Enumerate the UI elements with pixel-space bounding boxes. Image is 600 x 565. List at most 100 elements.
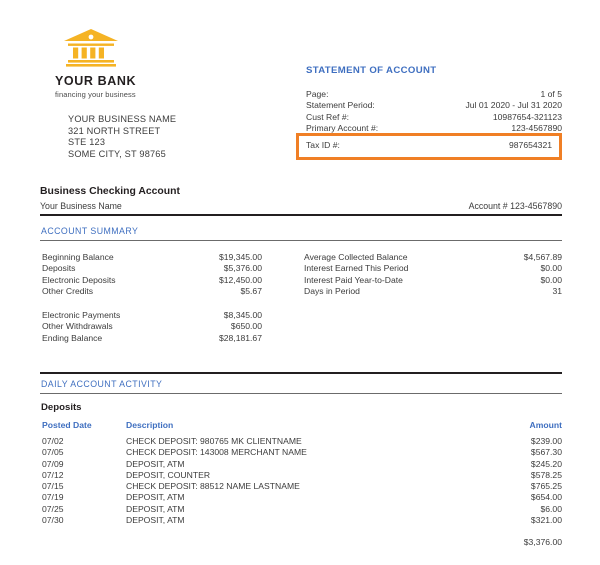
- cell-posted-date: 07/15: [42, 481, 64, 492]
- deposits-total-amount: $3,376.00: [523, 537, 562, 548]
- summary-row-label: Electronic Payments: [42, 310, 121, 320]
- cell-amount: $567.30: [530, 447, 562, 458]
- cell-description: CHECK DEPOSIT: 980765 MK CLIENTNAME: [126, 436, 302, 446]
- statement-row-value: 10987654-321123: [492, 111, 562, 122]
- statement-detail-rows: Page: 1 of 5 Statement Period: Jul 01 20…: [306, 89, 562, 135]
- table-row: 07/02 CHECK DEPOSIT: 980765 MK CLIENTNAM…: [42, 436, 562, 447]
- account-number: Account # 123-4567890: [468, 201, 562, 211]
- cell-amount: $321.00: [530, 515, 562, 526]
- deposits-total-row: $3,376.00: [42, 537, 562, 548]
- statement-row-label: Cust Ref #:: [306, 111, 349, 122]
- summary-row-value: $12,450.00: [218, 274, 262, 285]
- cell-posted-date: 07/05: [42, 447, 64, 458]
- summary-row-value: $0.00: [540, 274, 562, 285]
- summary-row-label: Other Credits: [42, 285, 94, 296]
- cell-posted-date: 07/30: [42, 515, 64, 526]
- cell-amount: $765.25: [530, 481, 562, 492]
- cell-amount: $245.20: [530, 458, 562, 469]
- summary-row: Days in Period 31: [304, 286, 562, 297]
- cell-amount: $654.00: [530, 492, 562, 503]
- summary-row-value: $650.00: [230, 321, 262, 332]
- summary-row-value: $19,345.00: [218, 252, 262, 262]
- summary-row: Deposits $5,376.00: [42, 263, 262, 274]
- cell-description: DEPOSIT, COUNTER: [126, 469, 211, 480]
- table-row: 07/05 CHECK DEPOSIT: 143008 MERCHANT NAM…: [42, 447, 562, 458]
- cell-description: DEPOSIT, ATM: [126, 515, 185, 526]
- total-spacer-date: [42, 537, 126, 548]
- table-row: 07/25 DEPOSIT, ATM $6.00: [42, 504, 562, 515]
- cell-posted-date: 07/09: [42, 458, 64, 469]
- bank-building-icon: [63, 28, 119, 68]
- summary-row: Beginning Balance $19,345.00: [42, 252, 262, 263]
- summary-row: Interest Paid Year-to-Date $0.00: [304, 275, 562, 286]
- cell-posted-date: 07/25: [42, 503, 64, 514]
- statement-row-label: Statement Period:: [306, 100, 375, 111]
- summary-left-credits: Beginning Balance $19,345.00 Deposits $5…: [42, 252, 262, 297]
- cell-description: DEPOSIT, ATM: [126, 458, 185, 469]
- summary-row-label: Beginning Balance: [42, 252, 114, 262]
- cell-posted-date: 07/12: [42, 469, 64, 480]
- table-header-row: Posted Date Description Amount: [42, 419, 562, 431]
- tax-id-label: Tax ID #:: [306, 140, 340, 150]
- summary-row-value: $5.67: [240, 285, 262, 296]
- summary-row-label: Interest Paid Year-to-Date: [304, 274, 403, 285]
- summary-row: Ending Balance $28,181.67: [42, 333, 262, 344]
- bank-tagline: financing your business: [55, 90, 136, 99]
- tax-id-value: 987654321: [508, 140, 552, 150]
- deposits-table: Posted Date Description Amount 07/02 CHE…: [42, 419, 562, 549]
- address-line-1: YOUR BUSINESS NAME: [68, 114, 177, 124]
- divider-above-summary: [40, 214, 562, 216]
- address-line-3: STE 123: [68, 137, 106, 148]
- statement-row-value: 1 of 5: [540, 89, 562, 99]
- statement-row: Statement Period: Jul 01 2020 - Jul 31 2…: [306, 100, 562, 111]
- cell-posted-date: 07/02: [42, 436, 64, 446]
- statement-header: STATEMENT OF ACCOUNT Page: 1 of 5 Statem…: [306, 65, 562, 135]
- table-row: 07/19 DEPOSIT, ATM $654.00: [42, 492, 562, 503]
- statement-row: Cust Ref #: 10987654-321123: [306, 112, 562, 123]
- summary-row-label: Other Withdrawals: [42, 321, 113, 332]
- summary-row: Electronic Deposits $12,450.00: [42, 275, 262, 286]
- total-spacer-description: [126, 537, 452, 548]
- section-heading-daily-activity: DAILY ACCOUNT ACTIVITY: [41, 379, 163, 389]
- summary-row-label: Electronic Deposits: [42, 274, 116, 285]
- account-subtitle: Your Business Name: [40, 201, 122, 211]
- summary-row: Other Withdrawals $650.00: [42, 321, 262, 332]
- cell-description: DEPOSIT, ATM: [126, 503, 185, 514]
- summary-row-value: $4,567.89: [523, 252, 562, 262]
- cell-posted-date: 07/19: [42, 492, 64, 503]
- table-row: 07/12 DEPOSIT, COUNTER $578.25: [42, 470, 562, 481]
- summary-row-label: Interest Earned This Period: [304, 263, 409, 274]
- summary-row-label: Ending Balance: [42, 332, 103, 343]
- statement-row-value: Jul 01 2020 - Jul 31 2020: [465, 100, 562, 111]
- statement-title: STATEMENT OF ACCOUNT: [306, 65, 437, 76]
- summary-right-interest: Average Collected Balance $4,567.89 Inte…: [304, 252, 562, 297]
- summary-row-value: $5,376.00: [223, 263, 262, 274]
- bank-logo: YOUR BANK financing your business: [55, 28, 245, 99]
- cell-description: CHECK DEPOSIT: 88512 NAME LASTNAME: [126, 481, 300, 492]
- summary-row-label: Average Collected Balance: [304, 252, 408, 262]
- statement-row-label: Page:: [306, 89, 329, 99]
- summary-row: Average Collected Balance $4,567.89: [304, 252, 562, 263]
- cell-description: DEPOSIT, ATM: [126, 492, 185, 503]
- statement-row: Page: 1 of 5: [306, 89, 562, 100]
- summary-row-label: Days in Period: [304, 285, 360, 296]
- divider-below-summary-heading: [40, 240, 562, 241]
- summary-row: Other Credits $5.67: [42, 286, 262, 297]
- table-row: 07/30 DEPOSIT, ATM $321.00: [42, 515, 562, 526]
- divider-below-activity-heading: [40, 393, 562, 394]
- cell-amount: $239.00: [530, 436, 562, 446]
- table-row: 07/09 DEPOSIT, ATM $245.20: [42, 459, 562, 470]
- table-row: 07/15 CHECK DEPOSIT: 88512 NAME LASTNAME…: [42, 481, 562, 492]
- column-header-description: Description: [126, 420, 174, 430]
- section-heading-account-summary: ACCOUNT SUMMARY: [41, 226, 139, 236]
- summary-row-value: $28,181.67: [218, 332, 262, 343]
- summary-left-debits: Electronic Payments $8,345.00 Other With…: [42, 310, 262, 344]
- summary-row-label: Deposits: [42, 263, 76, 274]
- address-line-2: 321 NORTH STREET: [68, 125, 161, 136]
- account-title: Business Checking Account: [40, 186, 180, 197]
- bank-name: YOUR BANK: [55, 74, 137, 88]
- divider-above-activity: [40, 372, 562, 374]
- cell-amount: $578.25: [530, 469, 562, 480]
- cell-amount: $6.00: [540, 503, 562, 514]
- recipient-address: YOUR BUSINESS NAME 321 NORTH STREET STE …: [68, 114, 176, 160]
